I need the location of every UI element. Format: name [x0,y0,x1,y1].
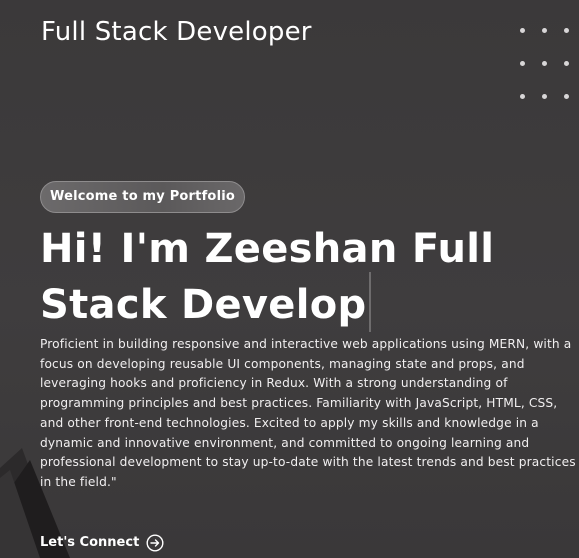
dot [542,28,547,33]
dot-grid-icon [520,28,579,108]
dot [520,28,525,33]
typing-cursor [369,272,372,332]
welcome-badge: Welcome to my Portfolio [40,181,246,213]
dot [564,28,569,33]
lets-connect-link[interactable]: Let's Connect [40,533,164,553]
site-title: Full Stack Developer [41,17,312,47]
dot [542,61,547,66]
hero-heading-text: Hi! I'm Zeeshan Full Stack Develop [40,226,495,328]
dot [520,61,525,66]
dot [542,94,547,99]
hero-heading: Hi! I'm Zeeshan Full Stack Develop [40,226,570,332]
lets-connect-label: Let's Connect [40,535,140,550]
bio-paragraph: Proficient in building responsive and in… [40,337,576,489]
arrow-right-circle-icon[interactable] [146,534,164,552]
dot [520,94,525,99]
dot [564,61,569,66]
dot [564,94,569,99]
page: Full Stack Developer Welcome to my Portf… [0,0,579,558]
